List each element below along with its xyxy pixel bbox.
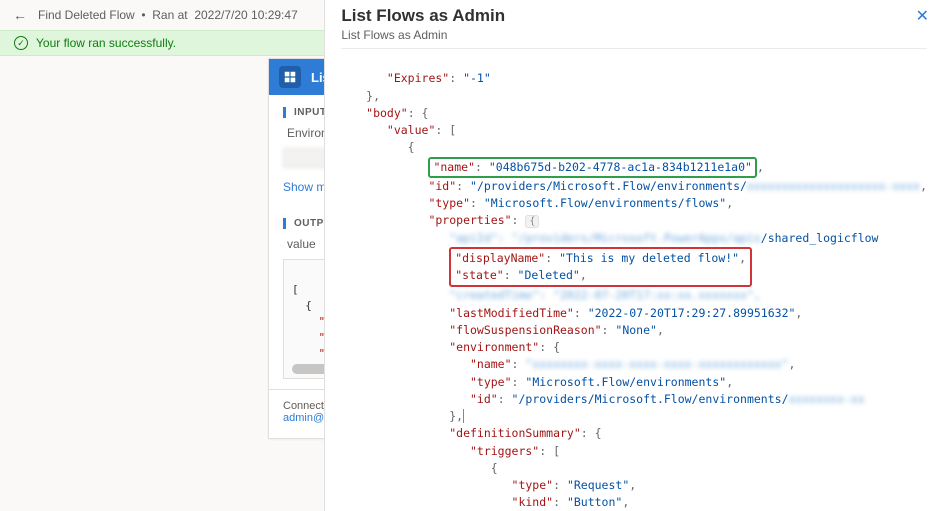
ran-at-value: 2022/7/20 10:29:47	[194, 8, 297, 22]
ran-at-label: Ran at	[152, 8, 187, 22]
detail-title: List Flows as Admin	[341, 6, 927, 26]
highlight-deleted: "displayName": "This is my deleted flow!…	[449, 247, 752, 288]
close-icon[interactable]: ✕	[916, 6, 929, 26]
section-accent-bar	[283, 107, 286, 118]
json-viewer[interactable]: "Expires": "-1" }, "body": { "value": [ …	[341, 49, 927, 511]
topbar: ← Find Deleted Flow • Ran at 2022/7/20 1…	[0, 0, 324, 30]
highlight-name: "name": "048b675d-b202-4778-ac1a-834b121…	[428, 157, 757, 178]
flow-step-icon	[279, 66, 301, 88]
success-message: Your flow ran successfully.	[36, 36, 176, 50]
success-check-icon: ✓	[14, 36, 28, 50]
section-accent-bar	[283, 218, 286, 229]
success-banner: ✓ Your flow ran successfully.	[0, 30, 324, 56]
breadcrumb: Find Deleted Flow • Ran at 2022/7/20 10:…	[38, 8, 298, 22]
detail-panel: ✕ List Flows as Admin List Flows as Admi…	[324, 0, 939, 511]
run-result-pane: ← Find Deleted Flow • Ran at 2022/7/20 1…	[0, 0, 324, 511]
back-arrow-icon[interactable]: ←	[10, 7, 30, 23]
flow-name: Find Deleted Flow	[38, 8, 135, 22]
detail-subtitle: List Flows as Admin	[341, 28, 927, 49]
collapse-toggle[interactable]: {	[525, 215, 539, 228]
